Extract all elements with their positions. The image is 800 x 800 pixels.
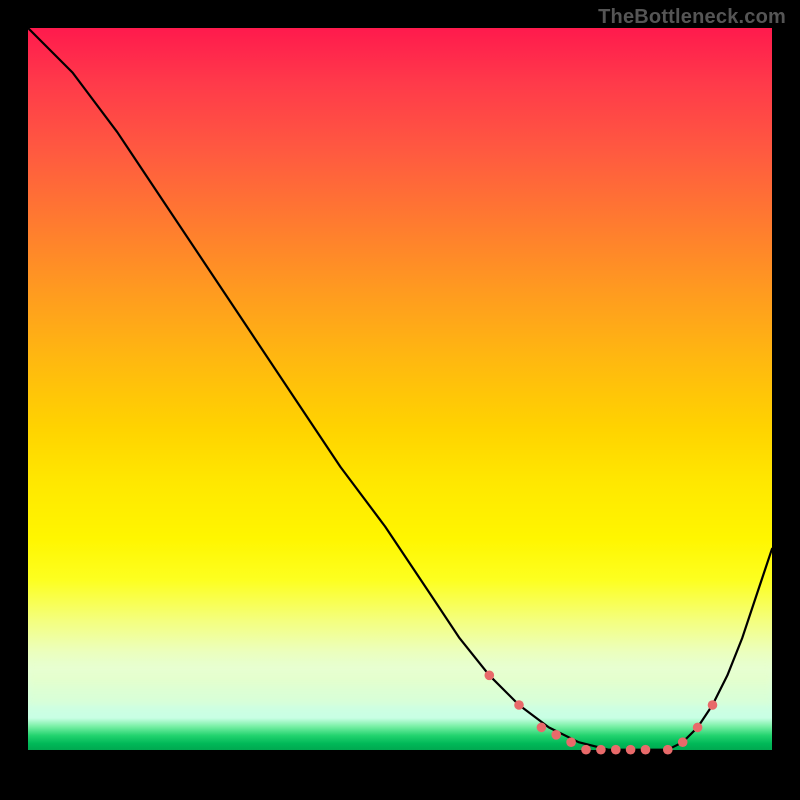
valley-dot [566, 737, 576, 747]
valley-dot [678, 737, 688, 747]
curve-svg [28, 28, 772, 772]
bottleneck-curve [28, 28, 772, 750]
valley-dot [611, 745, 621, 755]
valley-dot [485, 671, 495, 681]
valley-dot [641, 745, 651, 755]
valley-dot [581, 745, 591, 755]
chart-stage: TheBottleneck.com [0, 0, 800, 800]
valley-dots [485, 671, 718, 755]
plot-area [28, 28, 772, 772]
valley-dot [693, 723, 703, 733]
valley-dot [514, 700, 524, 710]
watermark-text: TheBottleneck.com [598, 6, 786, 29]
valley-dot [708, 700, 718, 710]
valley-dot [596, 745, 606, 755]
valley-dot [663, 745, 673, 755]
valley-dot [551, 730, 561, 740]
valley-dot [537, 723, 547, 733]
valley-dot [626, 745, 636, 755]
